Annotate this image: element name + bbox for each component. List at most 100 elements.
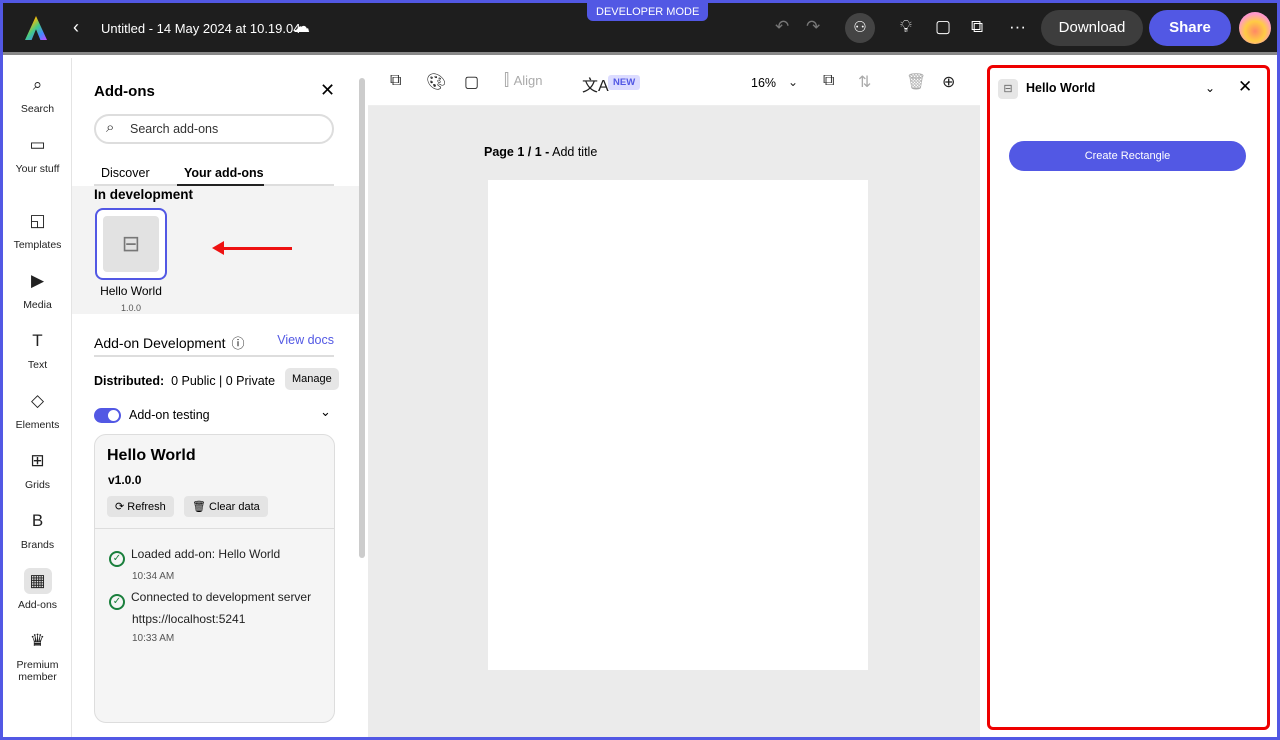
resize-icon[interactable]: ⧉ [390,72,401,90]
dev-title: Add-on Development [94,335,226,351]
log-message: Connected to development server [131,590,312,604]
panel-scrollbar[interactable] [359,78,365,558]
invite-user-icon[interactable]: ⚇ [845,13,875,43]
app-window: ‹ Untitled - 14 May 2024 at 10.19.04 ☁ D… [3,3,1277,737]
translate-icon[interactable]: 文A [582,72,609,96]
addon-testing-toggle[interactable] [94,408,121,423]
close-icon[interactable]: ✕ [1238,77,1252,97]
card-title: Hello World [107,447,196,464]
zoom-level[interactable]: 16% [751,76,776,90]
palette-icon[interactable]: 🎨︎ [426,72,446,92]
rail-item-label: Media [23,299,52,311]
text-icon: T [32,331,43,350]
clear-label: Clear data [209,501,260,513]
log-url: https://localhost:5241 [132,612,246,626]
rail-item-your-stuff[interactable]: ▭ Your stuff [3,132,72,175]
rail-item-label: Brands [20,539,55,551]
rail-item-add-ons[interactable]: ▦ Add-ons [3,568,72,611]
trash-icon[interactable]: 🗑︎ [906,72,926,92]
add-ons-icon: ▦ [23,568,52,594]
chevron-down-icon[interactable]: ⌄ [1205,81,1215,95]
runtime-panel-title: Hello World [1026,81,1096,95]
your-stuff-icon: ▭ [29,135,46,154]
distributed-value: 0 Public | 0 Private [171,374,276,388]
media-icon: ▶ [30,271,45,290]
rail-item-label: Text [27,359,48,371]
in-development-section: In development ⊟ Hello World 1.0.0 [72,186,362,314]
tab-discover[interactable]: Discover [101,166,150,180]
rail-item-elements[interactable]: ◇ Elements [3,388,72,431]
card-version: v1.0.0 [108,473,142,487]
search-placeholder: Search add-ons [130,122,219,136]
canvas-toolbar: ⧉ 🎨︎ ▢ ⫿ Align 文A NEW 16% ⌄ ⧉ ⇅ 🗑︎ ⊕ [368,58,980,106]
lightbulb-icon[interactable]: 💡︎ [900,17,912,37]
addon-testing-label: Add-on testing [129,408,210,422]
addon-card[interactable]: ⊟ [95,208,167,280]
grids-icon: ⊞ [30,451,45,470]
left-rail: ⌕ Search ▭ Your stuff ◱ Templates ▶ Media T Text ◇… [3,58,72,737]
align-button[interactable]: ⫿ Align [504,72,543,90]
back-icon[interactable]: ‹ [73,17,79,38]
document-title[interactable]: Untitled - 14 May 2024 at 10.19.04 [101,21,300,36]
comment-icon[interactable]: ▢ [935,17,951,37]
chat-icon[interactable]: ⧉ [971,17,983,37]
clear-data-button[interactable]: 🗑︎ Clear data [184,496,268,517]
create-rectangle-button[interactable]: Create Rectangle [1009,141,1246,171]
rail-item-search[interactable]: ⌕ Search [3,72,72,115]
addon-runtime-panel: ⊟ Hello World ⌄ ✕ Create Rectangle [987,65,1270,730]
add-title-link[interactable]: Add title [552,145,597,159]
rail-item-label: Templates [13,239,62,251]
distributed-info: Distributed: 0 Public | 0 Private [94,374,275,388]
runtime-panel-header: ⊟ Hello World [998,79,1095,99]
redo-icon[interactable]: ↷ [806,17,820,37]
refresh-button[interactable]: ⟳ Refresh [107,496,174,517]
check-circle-icon: ✓ [109,551,125,567]
tab-your-addons[interactable]: Your add-ons [177,166,264,186]
brands-icon: B [31,511,44,530]
avatar[interactable] [1239,12,1271,44]
pages-icon[interactable]: ⧉ [823,72,834,90]
rail-item-text[interactable]: T Text [3,328,72,371]
trash-icon: 🗑︎ [192,501,206,513]
add-page-icon[interactable]: ⊕ [942,72,955,92]
addon-icon: ⊟ [103,216,159,272]
page-label: Page 1 / 1 - Add title [484,145,597,159]
rail-item-templates[interactable]: ◱ Templates [3,208,72,251]
top-bar: ‹ Untitled - 14 May 2024 at 10.19.04 ☁ D… [3,3,1277,55]
rail-item-label: Elements [15,419,60,431]
view-docs-link[interactable]: View docs [277,333,334,347]
adobe-express-logo[interactable] [25,16,47,40]
search-input[interactable]: ⌕ Search add-ons [94,114,334,144]
refresh-icon: ⟳ [115,501,125,513]
cloud-sync-icon[interactable]: ☁ [293,17,310,37]
close-icon[interactable]: ✕ [320,80,335,101]
log-time: 10:33 AM [132,633,175,644]
manage-button[interactable]: Manage [285,368,339,390]
share-button[interactable]: Share [1149,10,1231,46]
shape-icon[interactable]: ▢ [464,72,479,92]
divider [95,528,334,529]
download-button[interactable]: Download [1041,10,1143,46]
more-icon[interactable]: ··· [1009,17,1026,37]
addons-panel: Add-ons ✕ ⌕ Search add-ons Discover Your … [72,58,368,737]
search-icon: ⌕ [106,119,115,136]
section-heading: In development [94,187,194,202]
align-label: Align [513,73,543,88]
rail-item-media[interactable]: ▶ Media [3,268,72,311]
log-message: Loaded add-on: Hello World [131,547,281,561]
rail-item-premium[interactable]: ♛ Premium member [3,628,72,683]
tab-bar: Discover Your add-ons [94,166,334,186]
canvas-page[interactable] [488,180,868,670]
panel-title: Add-ons [94,83,155,100]
reorder-icon[interactable]: ⇅ [858,72,871,92]
chevron-down-icon[interactable]: ⌄ [788,75,798,89]
info-icon[interactable]: ⓘ [232,336,245,351]
rail-item-brands[interactable]: B Brands [3,508,72,551]
log-entry: ✓ Loaded add-on: Hello World 10:34 AM [109,545,280,586]
addon-version: 1.0.0 [120,303,142,313]
templates-icon: ◱ [29,211,46,230]
chevron-down-icon[interactable]: ⌄ [320,404,331,420]
undo-icon[interactable]: ↶ [775,17,789,37]
rail-item-grids[interactable]: ⊞ Grids [3,448,72,491]
addon-name: Hello World [100,284,162,298]
